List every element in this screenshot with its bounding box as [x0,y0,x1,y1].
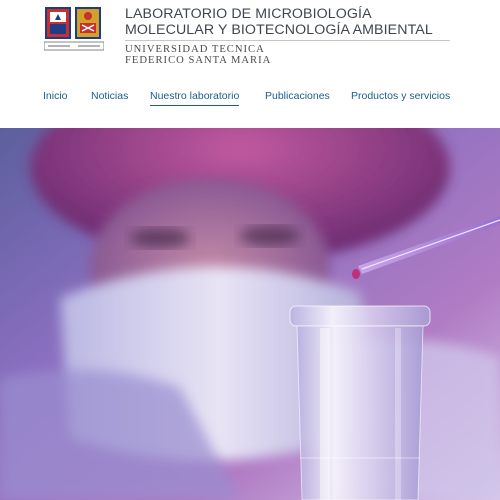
lab-scientist-pipette-image [0,128,500,500]
university-line-1: UNIVERSIDAD TECNICA [125,44,265,55]
university-line-2: FEDERICO SANTA MARIA [125,55,272,66]
nav-item-noticias[interactable]: Noticias [91,90,128,105]
hero-banner [0,128,500,500]
university-name: UNIVERSIDAD TECNICA FEDERICO SANTA MARIA [125,44,271,66]
nav-item-productos-y-servicios[interactable]: Productos y servicios [351,90,450,105]
site-header: LABORATORIO DE MICROBIOLOGÍA MOLECULAR Y… [0,0,500,128]
lab-title-line-1: LABORATORIO DE MICROBIOLOGÍA [125,6,372,22]
nav-item-nuestro-laboratorio[interactable]: Nuestro laboratorio [150,90,240,106]
lab-title-line-2: MOLECULAR Y BIOTECNOLOGÍA AMBIENTAL [125,22,433,38]
university-crest-icon[interactable] [44,6,104,52]
main-nav: Inicio Noticias Nuestro laboratorio Publ… [0,90,500,110]
lab-title[interactable]: LABORATORIO DE MICROBIOLOGÍA MOLECULAR Y… [125,6,455,38]
nav-item-publicaciones[interactable]: Publicaciones [265,90,330,105]
nav-item-inicio[interactable]: Inicio [43,90,68,105]
header-divider [125,40,450,41]
